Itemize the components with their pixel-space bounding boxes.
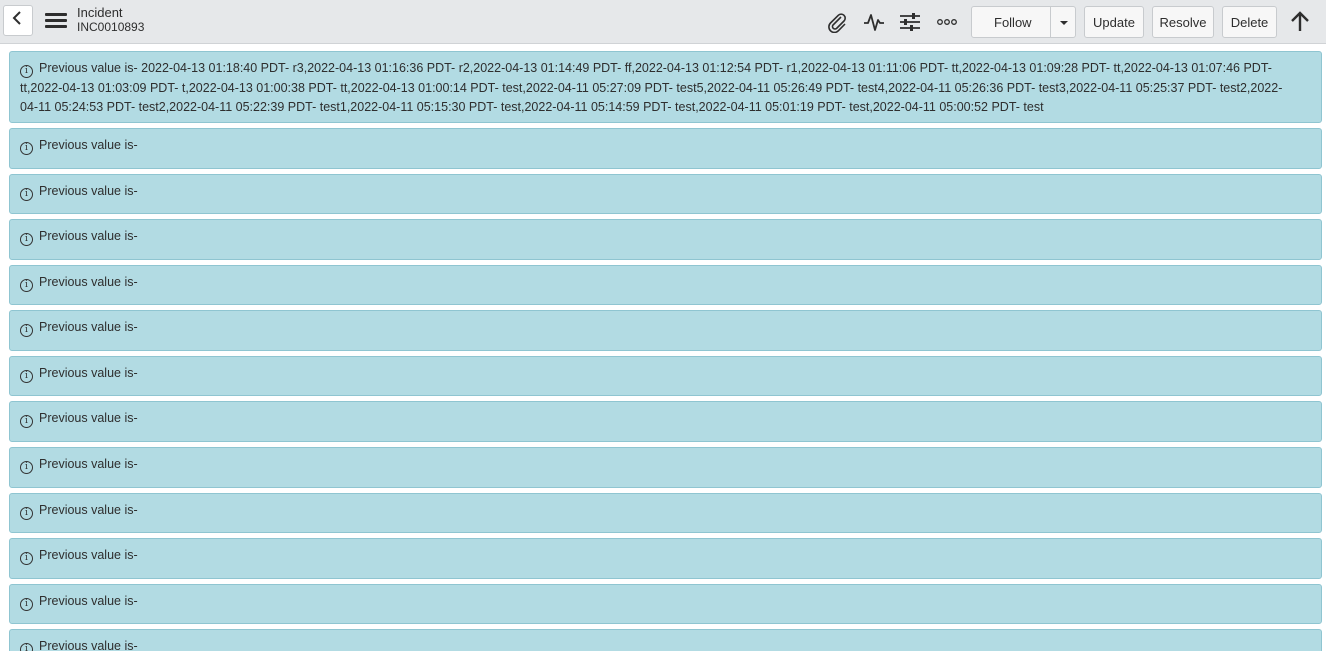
info-message: i Previous value is- bbox=[9, 128, 1322, 169]
form-header: Incident INC0010893 Follow Update Resolv… bbox=[0, 0, 1326, 44]
info-message: i Previous value is- 2022-04-13 01:18:40 … bbox=[9, 51, 1322, 123]
info-icon: i bbox=[20, 507, 33, 520]
info-message-text: Previous value is- 2022-04-13 01:18:40 P… bbox=[20, 61, 1283, 114]
info-message-text: Previous value is- bbox=[39, 639, 138, 651]
back-button[interactable] bbox=[3, 5, 33, 36]
info-message: i Previous value is- bbox=[9, 538, 1322, 579]
update-button[interactable]: Update bbox=[1084, 6, 1144, 38]
info-icon: i bbox=[20, 65, 33, 78]
info-message-text: Previous value is- bbox=[39, 503, 138, 517]
info-message: i Previous value is- bbox=[9, 174, 1322, 214]
info-message: i Previous value is- bbox=[9, 629, 1322, 651]
info-icon: i bbox=[20, 188, 33, 201]
info-message-text: Previous value is- bbox=[39, 548, 138, 562]
info-message: i Previous value is- bbox=[9, 493, 1322, 533]
info-message-text: Previous value is- bbox=[39, 320, 138, 334]
delete-button[interactable]: Delete bbox=[1222, 6, 1277, 38]
info-icon: i bbox=[20, 643, 33, 651]
info-icon: i bbox=[20, 279, 33, 292]
info-message-text: Previous value is- bbox=[39, 184, 138, 198]
resolve-label: Resolve bbox=[1159, 14, 1207, 30]
more-icon[interactable] bbox=[935, 10, 959, 34]
record-number: INC0010893 bbox=[77, 20, 145, 34]
activity-icon[interactable] bbox=[862, 10, 886, 34]
settings-sliders-icon[interactable] bbox=[898, 10, 922, 34]
update-label: Update bbox=[1093, 14, 1135, 30]
info-message: i Previous value is- bbox=[9, 584, 1322, 624]
info-icon: i bbox=[20, 598, 33, 611]
info-message-text: Previous value is- bbox=[39, 138, 138, 152]
info-message: i Previous value is- bbox=[9, 219, 1322, 260]
info-icon: i bbox=[20, 552, 33, 565]
info-icon: i bbox=[20, 233, 33, 246]
info-icon: i bbox=[20, 142, 33, 155]
info-message: i Previous value is- bbox=[9, 401, 1322, 442]
arrow-up-icon[interactable] bbox=[1288, 10, 1312, 34]
info-message: i Previous value is- bbox=[9, 265, 1322, 305]
info-message: i Previous value is- bbox=[9, 356, 1322, 396]
info-message: i Previous value is- bbox=[9, 310, 1322, 351]
info-message-text: Previous value is- bbox=[39, 366, 138, 380]
menu-icon[interactable] bbox=[45, 13, 67, 29]
info-message-text: Previous value is- bbox=[39, 411, 138, 425]
record-type: Incident bbox=[77, 5, 123, 20]
info-message: i Previous value is- bbox=[9, 447, 1322, 488]
info-icon: i bbox=[20, 324, 33, 337]
paperclip-icon[interactable] bbox=[825, 10, 849, 34]
info-message-text: Previous value is- bbox=[39, 229, 138, 243]
info-message-text: Previous value is- bbox=[39, 457, 138, 471]
follow-dropdown-button[interactable] bbox=[1050, 6, 1076, 38]
info-message-text: Previous value is- bbox=[39, 275, 138, 289]
resolve-button[interactable]: Resolve bbox=[1152, 6, 1214, 38]
caret-down-icon bbox=[1059, 13, 1069, 31]
follow-label: Follow bbox=[994, 14, 1032, 30]
delete-label: Delete bbox=[1230, 14, 1269, 30]
info-icon: i bbox=[20, 461, 33, 474]
info-icon: i bbox=[20, 370, 33, 383]
info-icon: i bbox=[20, 415, 33, 428]
record-title: Incident INC0010893 bbox=[77, 5, 145, 35]
back-icon bbox=[12, 11, 24, 30]
info-message-text: Previous value is- bbox=[39, 594, 138, 608]
